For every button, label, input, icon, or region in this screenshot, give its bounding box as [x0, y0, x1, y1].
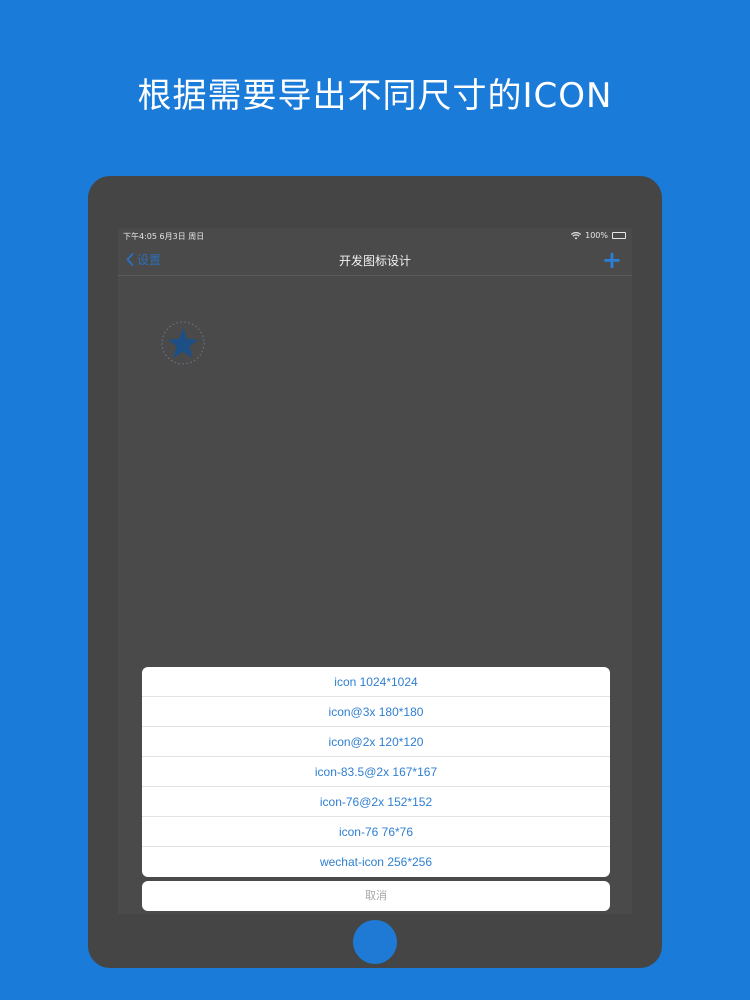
promo-title: 根据需要导出不同尺寸的ICON [137, 76, 613, 116]
status-time-date: 下午4:05 6月3日 周日 [123, 232, 205, 241]
status-right-group: 100% [571, 231, 626, 240]
export-option-icon-3x[interactable]: icon@3x 180*180 [142, 697, 610, 727]
navigation-bar: 设置 开发图标设计 + [118, 244, 632, 276]
battery-percent: 100% [585, 231, 608, 240]
battery-icon [612, 232, 626, 239]
export-option-icon-2x[interactable]: icon@2x 120*120 [142, 727, 610, 757]
export-option-icon-76[interactable]: icon-76 76*76 [142, 817, 610, 847]
wifi-icon [571, 231, 582, 239]
star-icon-thumbnail[interactable] [160, 320, 206, 366]
export-option-wechat-icon[interactable]: wechat-icon 256*256 [142, 847, 610, 877]
export-option-icon-83-5-2x[interactable]: icon-83.5@2x 167*167 [142, 757, 610, 787]
status-bar: 下午4:05 6月3日 周日 100% [118, 228, 632, 244]
home-button[interactable] [353, 920, 397, 964]
nav-title: 开发图标设计 [338, 254, 411, 268]
export-option-icon-1024[interactable]: icon 1024*1024 [142, 667, 610, 697]
cancel-button[interactable]: 取消 [142, 881, 610, 911]
add-button[interactable]: + [602, 246, 622, 274]
ipad-screen: 下午4:05 6月3日 周日 100% 设置 开发图标设计 + icon 102… [118, 228, 632, 914]
export-action-sheet: icon 1024*1024 icon@3x 180*180 icon@2x 1… [142, 667, 610, 877]
export-option-icon-76-2x[interactable]: icon-76@2x 152*152 [142, 787, 610, 817]
